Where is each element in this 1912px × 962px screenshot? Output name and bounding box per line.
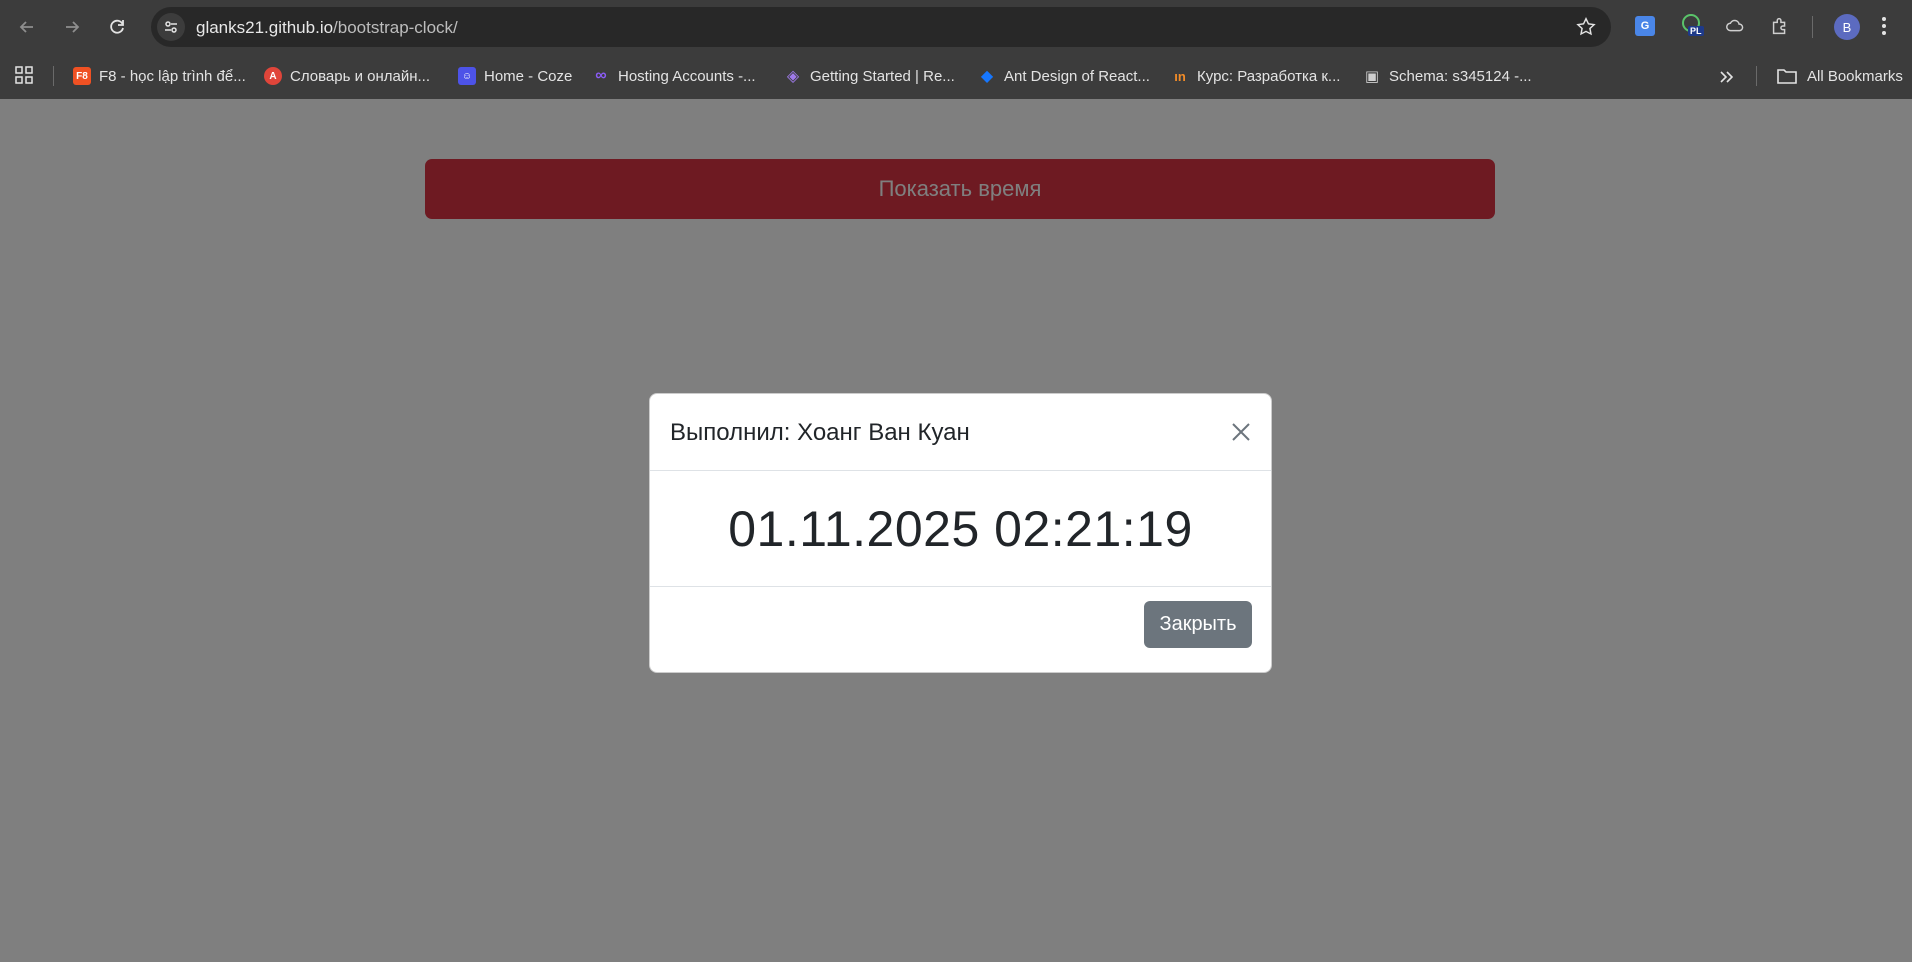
bookmark-item[interactable]: A Словарь и онлайн... xyxy=(264,62,430,90)
dictionary-favicon-icon: A xyxy=(264,67,282,85)
all-bookmarks-button[interactable]: All Bookmarks xyxy=(1776,62,1903,90)
profile-avatar[interactable]: B xyxy=(1834,14,1860,40)
pl-badge: PL xyxy=(1680,14,1704,38)
browser-menu-button[interactable] xyxy=(1874,13,1894,44)
modal-header: Выполнил: Хоанг Ван Куан xyxy=(650,394,1271,471)
bookmarks-bar: F8 F8 - học lập trình để... A Словарь и … xyxy=(0,54,1912,99)
reload-icon xyxy=(110,19,124,34)
bookmark-item[interactable]: F8 F8 - học lập trình để... xyxy=(73,62,246,90)
browser-chrome: glanks21.github.io/bootstrap-clock/ G PL… xyxy=(0,0,1912,99)
tune-icon xyxy=(165,21,177,33)
page-content: Показать время Выполнил: Хоанг Ван Куан … xyxy=(0,99,1912,962)
address-bar[interactable]: glanks21.github.io/bootstrap-clock/ xyxy=(151,7,1611,47)
bookmark-item[interactable]: ▣ Schema: s345124 -... xyxy=(1363,62,1532,90)
reload-button[interactable] xyxy=(101,11,133,43)
bookmark-star-button[interactable] xyxy=(1575,16,1597,43)
forward-button[interactable] xyxy=(56,11,88,43)
redux-favicon-icon: ◈ xyxy=(786,68,800,85)
close-icon[interactable] xyxy=(1227,418,1255,446)
apps-grid-icon[interactable] xyxy=(14,65,34,90)
puzzle-glyph xyxy=(1772,17,1786,35)
folder-icon xyxy=(1777,69,1797,84)
f8-favicon-icon: F8 xyxy=(73,67,91,85)
arrow-left-icon xyxy=(19,21,33,33)
modal-footer: Закрыть xyxy=(650,587,1271,674)
bookmarks-separator xyxy=(1756,66,1757,86)
modal-title: Выполнил: Хоанг Ван Куан xyxy=(670,419,970,446)
bookmark-item[interactable]: ∞ Hosting Accounts -... xyxy=(592,62,756,90)
bookmark-label: Курс: Разработка к... xyxy=(1197,67,1341,85)
hosting-favicon-icon: ∞ xyxy=(595,67,607,84)
bookmark-label: Home - Coze xyxy=(484,67,573,85)
more-bookmarks-chevron-icon[interactable] xyxy=(1716,67,1736,92)
bookmark-item[interactable]: ◆ Ant Design of React... xyxy=(978,62,1150,90)
extensions-puzzle-icon[interactable] xyxy=(1767,13,1793,39)
url-host: glanks21.github.io xyxy=(196,18,334,37)
datetime-display: 01.11.2025 02:21:19 xyxy=(728,500,1193,557)
schema-favicon-icon: ▣ xyxy=(1364,68,1380,85)
bookmark-label: Словарь и онлайн... xyxy=(290,67,430,85)
ant-design-favicon-icon: ◆ xyxy=(980,68,994,85)
arrow-right-icon xyxy=(66,21,80,33)
kebab-menu-icon xyxy=(1882,17,1886,35)
toolbar-separator xyxy=(1812,16,1813,38)
close-button[interactable]: Закрыть xyxy=(1144,601,1252,648)
cloud-icon[interactable] xyxy=(1722,13,1748,39)
site-info-button[interactable] xyxy=(157,13,185,41)
browser-toolbar: glanks21.github.io/bootstrap-clock/ G PL… xyxy=(0,0,1912,54)
bookmark-label: F8 - học lập trình để... xyxy=(99,67,246,85)
url-path: /bootstrap-clock/ xyxy=(333,18,458,37)
bookmark-label: Hosting Accounts -... xyxy=(618,67,756,85)
google-translate-icon[interactable]: G xyxy=(1632,13,1658,39)
all-bookmarks-label: All Bookmarks xyxy=(1807,67,1903,85)
modal-body: 01.11.2025 02:21:19 xyxy=(650,471,1271,587)
bookmark-label: Getting Started | Re... xyxy=(810,67,955,85)
translate-badge: G xyxy=(1635,16,1655,36)
bookmark-item[interactable]: ◈ Getting Started | Re... xyxy=(784,62,955,90)
coze-favicon-icon: ☺ xyxy=(458,67,476,85)
bookmark-item[interactable]: ın Курс: Разработка к... xyxy=(1171,62,1340,90)
course-favicon-icon: ın xyxy=(1174,68,1186,84)
bookmarks-separator xyxy=(53,66,54,86)
pl-debugger-icon[interactable]: PL xyxy=(1679,13,1705,39)
url-text[interactable]: glanks21.github.io/bootstrap-clock/ xyxy=(196,18,458,38)
bookmark-label: Ant Design of React... xyxy=(1004,67,1150,85)
time-modal: Выполнил: Хоанг Ван Куан 01.11.2025 02:2… xyxy=(649,393,1272,673)
bookmark-item[interactable]: ☺ Home - Coze xyxy=(458,62,572,90)
back-button[interactable] xyxy=(11,11,43,43)
bookmark-label: Schema: s345124 -... xyxy=(1389,67,1532,85)
star-icon xyxy=(1576,17,1596,36)
cloud-glyph xyxy=(1726,19,1744,32)
